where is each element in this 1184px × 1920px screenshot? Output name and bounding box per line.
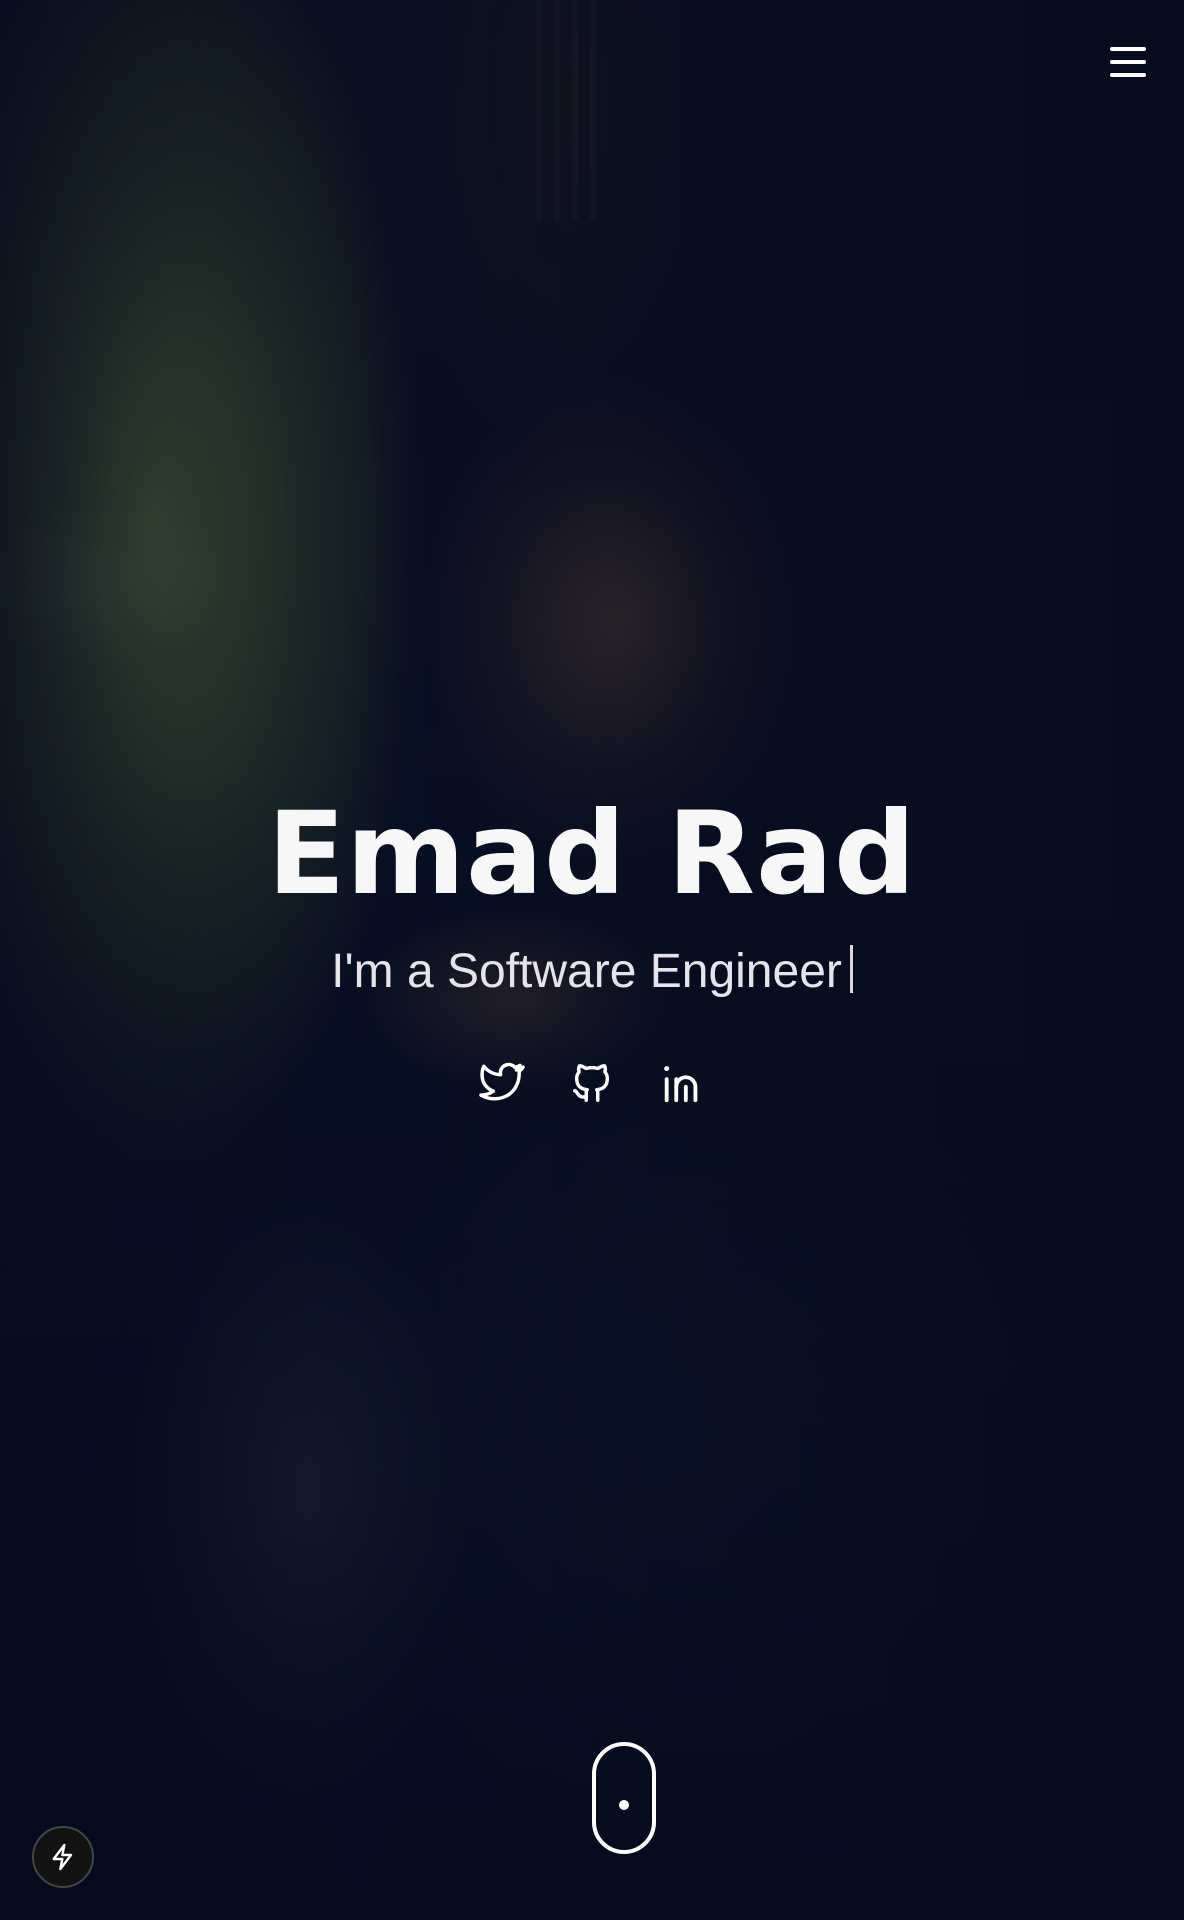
hero-name: Emad Rad xyxy=(267,787,917,920)
floating-action-button[interactable] xyxy=(32,1826,94,1888)
github-icon xyxy=(573,1064,610,1102)
twitter-link[interactable] xyxy=(479,1060,525,1106)
typing-cursor xyxy=(849,945,853,993)
twitter-icon xyxy=(479,1062,525,1101)
hamburger-menu-icon-bar xyxy=(1110,60,1146,64)
scroll-down-indicator[interactable] xyxy=(592,1742,656,1854)
github-link[interactable] xyxy=(569,1060,615,1106)
menu-button[interactable] xyxy=(1106,40,1150,84)
linkedin-link[interactable] xyxy=(659,1060,705,1106)
lightning-bolt-icon xyxy=(52,1843,73,1871)
hero-tagline: I'm a Software Engineer xyxy=(0,944,1184,1000)
hero-tagline-text: I'm a Software Engineer xyxy=(331,945,842,998)
hamburger-menu-icon-bar xyxy=(1110,73,1146,77)
mouse-scroll-icon xyxy=(619,1800,629,1810)
social-links xyxy=(0,1060,1184,1106)
hero-content: Emad Rad I'm a Software Engineer xyxy=(0,790,1184,1106)
hero-section: Emad Rad I'm a Software Engineer xyxy=(0,0,1184,1920)
linkedin-icon xyxy=(664,1066,698,1103)
hamburger-menu-icon xyxy=(1110,47,1146,51)
